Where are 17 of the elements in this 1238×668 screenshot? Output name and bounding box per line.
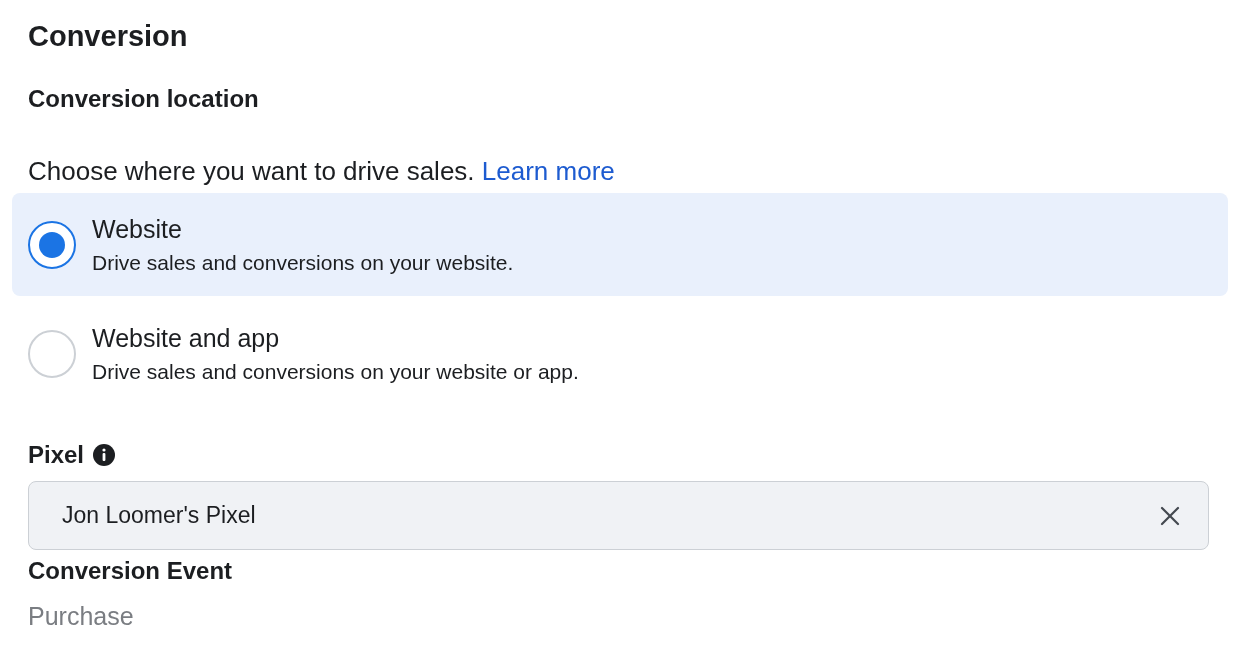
field-value: Purchase [28,601,135,631]
pixel-select-field[interactable]: Jon Loomer's Pixel [28,481,1209,550]
learn-more-link[interactable]: Learn more [481,156,615,186]
option-description: Drive sales and conversions on your website or app. [92,358,579,385]
radio-option[interactable]: Website and app Drive sales and conversions on your website or app. [12,302,1228,405]
option-title: Website and app [92,322,281,353]
section-title: Conversion [28,19,189,54]
close-icon[interactable] [1160,505,1180,526]
section-heading: Conversion location [28,84,260,114]
radio-option[interactable]: Website Drive sales and conversions on your website. [12,193,1228,296]
option-title: Website [92,213,183,244]
radio-button[interactable] [28,220,76,269]
prompt-text: Choose where you want to drive sales. Learn more [28,156,616,186]
field-label: Conversion Event [28,556,234,586]
option-description: Drive sales and conversions on your website. [92,249,514,276]
info-icon[interactable] [92,443,117,467]
field-label: Pixel [28,441,85,469]
